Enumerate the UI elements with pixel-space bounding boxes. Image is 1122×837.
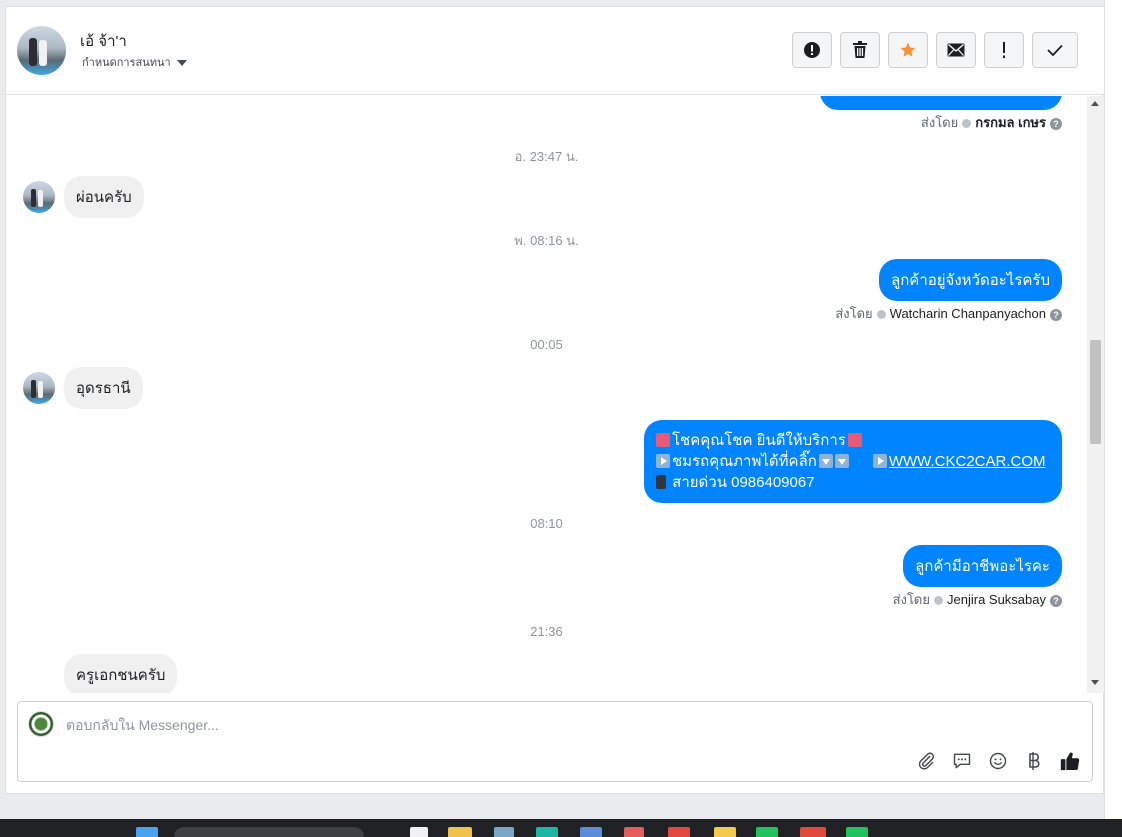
delete-button[interactable] (840, 32, 880, 68)
smiley-icon (989, 752, 1007, 770)
alert-circle-icon (804, 42, 820, 58)
timestamp: 00:05 (530, 337, 563, 352)
folder-icon[interactable] (448, 827, 472, 837)
star-button[interactable] (888, 32, 928, 68)
conversation-panel: เอ้ จ้า'า กำหนดการสนทนา ส่งโดย กรกมล เกษ… (5, 6, 1105, 794)
os-taskbar (0, 819, 1122, 837)
verified-dot-icon (934, 596, 943, 606)
scroll-down-icon[interactable] (1091, 680, 1099, 685)
message-bubble-outgoing-promo[interactable]: โชคคุณโชค ยินดีให้บริการ ชมรถคุณภาพได้ที… (644, 420, 1062, 503)
taskbar-app-icon[interactable] (714, 827, 736, 837)
message-bubble-outgoing[interactable]: ลูกค้ามีอาชีพอะไรคะ (903, 545, 1062, 587)
page-avatar (28, 711, 54, 737)
promo-line: ชมรถคุณภาพได้ที่คลิ๊ก (672, 453, 817, 470)
star-icon (900, 42, 916, 57)
reply-composer (17, 701, 1093, 782)
timestamp: พ. 08:16 น. (514, 233, 579, 248)
promo-line: โชคคุณโชค ยินดีให้บริการ (672, 432, 846, 449)
taskbar-search-box[interactable] (174, 827, 364, 837)
taskbar-app-icon[interactable] (410, 827, 428, 837)
taskbar-app-icon[interactable] (580, 827, 602, 837)
mark-done-button[interactable] (1032, 32, 1078, 68)
start-icon[interactable] (136, 827, 158, 837)
sent-by-line: ส่งโดย กรกมล เกษร? (921, 112, 1062, 133)
sender-name[interactable]: กรกมล เกษร (975, 115, 1046, 130)
right-panel-edge (1104, 0, 1122, 837)
browser-icon[interactable] (536, 827, 558, 837)
help-icon[interactable]: ? (1050, 594, 1062, 607)
thumbs-up-icon (1060, 752, 1080, 771)
contact-avatar[interactable] (17, 26, 66, 75)
phone-emoji-icon (656, 475, 666, 489)
contact-avatar-small (23, 372, 55, 404)
check-icon (1047, 44, 1063, 56)
reply-input[interactable] (66, 714, 966, 736)
message-bubble-incoming[interactable]: ผ่อนครับ (64, 176, 144, 218)
contact-avatar-small (23, 181, 55, 213)
conversation-header: เอ้ จ้า'า กำหนดการสนทนา (6, 7, 1105, 95)
baht-icon (1029, 752, 1040, 770)
message-bubble-incoming[interactable]: อุดรธานี (64, 367, 143, 409)
saved-replies-button[interactable] (950, 749, 974, 773)
promo-link[interactable]: WWW.CKC2CAR.COM (889, 453, 1046, 470)
line-icon[interactable] (756, 827, 778, 837)
message-bubble-incoming[interactable]: ครูเอกชนครับ (64, 654, 178, 693)
taskbar-app-icon[interactable] (800, 827, 826, 837)
taskbar-app-icon[interactable] (624, 827, 644, 837)
help-icon[interactable]: ? (1050, 117, 1062, 130)
message-thread[interactable]: ส่งโดย กรกมล เกษร? อ. 23:47 น. ผ่อนครับ พ… (6, 96, 1087, 693)
sent-by-line: ส่งโดย Watcharin Chanpanyachon? (835, 303, 1062, 324)
chat-bubble-icon (953, 753, 971, 769)
play-emoji-icon (872, 454, 887, 468)
mark-unread-button[interactable] (936, 32, 976, 68)
paperclip-icon (918, 752, 934, 770)
chrome-icon[interactable] (668, 827, 690, 837)
down-arrow-emoji-icon (818, 454, 833, 468)
verified-dot-icon (962, 119, 972, 129)
timestamp: อ. 23:47 น. (514, 149, 579, 164)
down-arrow-emoji-icon (834, 454, 849, 468)
decorative-emoji-icon (656, 433, 670, 447)
play-emoji-icon (656, 454, 670, 468)
emoji-button[interactable] (986, 749, 1010, 773)
sender-name[interactable]: Jenjira Suksabay (947, 592, 1046, 607)
message-bubble-outgoing-partial[interactable] (820, 96, 1062, 110)
timestamp: 21:36 (530, 624, 563, 639)
composer-tools (18, 749, 1094, 773)
like-button[interactable] (1058, 749, 1082, 773)
help-icon[interactable]: ? (1050, 308, 1062, 321)
sent-by-label: ส่งโดย (920, 115, 959, 130)
caret-down-icon (176, 60, 187, 67)
line-icon[interactable] (846, 827, 868, 837)
exclamation-icon (1003, 42, 1005, 58)
scroll-up-icon[interactable] (1091, 101, 1099, 106)
follow-up-button[interactable] (984, 32, 1024, 68)
thread-scrollbar[interactable] (1087, 96, 1104, 693)
mail-icon (947, 43, 965, 57)
sent-by-label: ส่งโดย (835, 306, 873, 321)
conversation-settings-dropdown[interactable]: กำหนดการสนทนา (82, 53, 187, 71)
promo-line: สายด่วน 0986409067 (672, 474, 815, 491)
payment-button[interactable] (1022, 749, 1046, 773)
scrollbar-thumb[interactable] (1090, 340, 1101, 444)
sent-by-label: ส่งโดย (892, 592, 930, 607)
decorative-emoji-icon (847, 433, 862, 447)
conversation-settings-label: กำหนดการสนทนา (82, 57, 171, 69)
attach-button[interactable] (914, 749, 938, 773)
contact-name[interactable]: เอ้ จ้า'า (80, 29, 127, 53)
trash-icon (853, 41, 867, 58)
sender-name[interactable]: Watcharin Chanpanyachon (890, 306, 1046, 321)
message-bubble-outgoing[interactable]: ลูกค้าอยู่จังหวัดอะไรครับ (879, 259, 1062, 301)
verified-dot-icon (876, 310, 886, 320)
sent-by-line: ส่งโดย Jenjira Suksabay? (893, 589, 1062, 610)
report-spam-button[interactable] (792, 32, 832, 68)
taskbar-app-icon[interactable] (494, 827, 514, 837)
timestamp: 08:10 (530, 516, 563, 531)
